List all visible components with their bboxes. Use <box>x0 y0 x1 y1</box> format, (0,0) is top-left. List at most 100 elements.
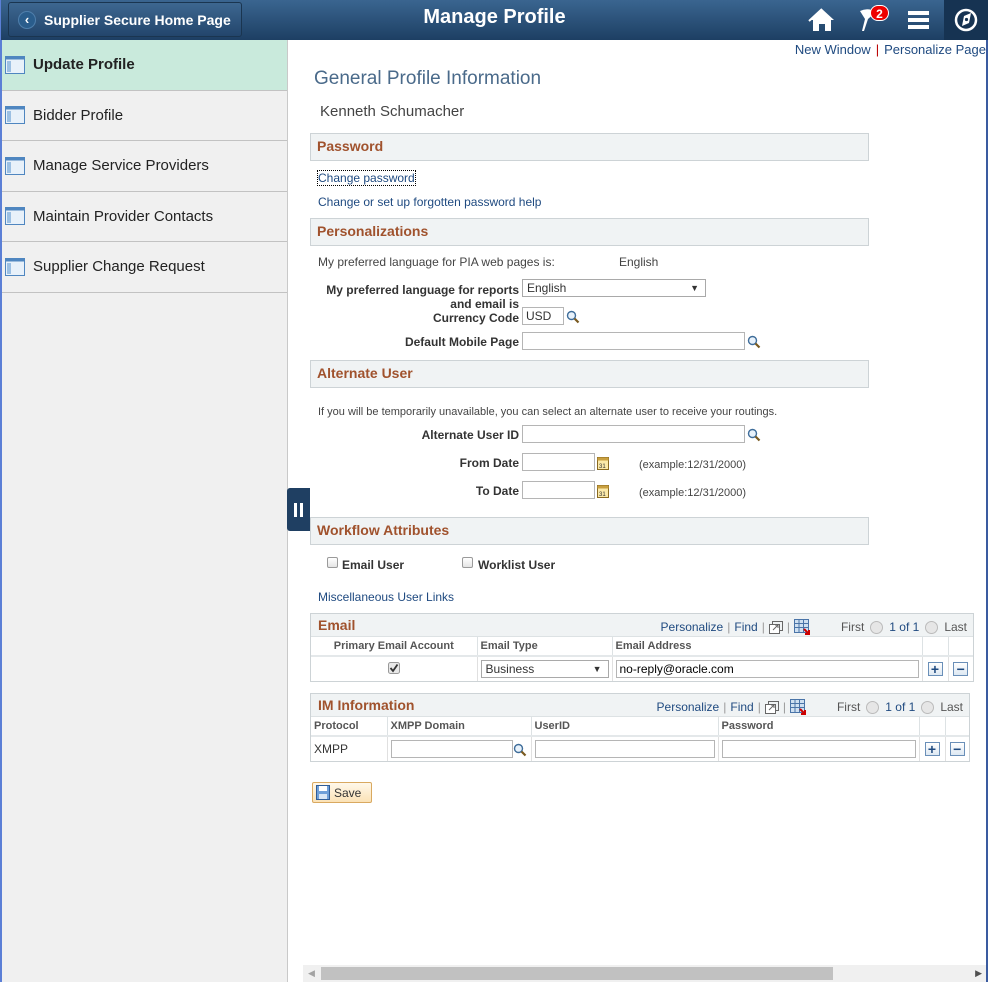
scrollbar-thumb[interactable] <box>321 967 833 980</box>
pause-bar-icon <box>294 502 297 517</box>
view-all-icon[interactable] <box>764 700 779 714</box>
download-spreadsheet-icon[interactable] <box>793 619 811 635</box>
default-mobile-page-input[interactable] <box>522 332 745 350</box>
previous-row-icon[interactable] <box>870 620 884 634</box>
report-language-label: My preferred language for reports and em… <box>300 283 519 311</box>
im-userid-input[interactable] <box>534 740 715 758</box>
password-cell <box>718 736 920 761</box>
password-section-header: Password <box>310 133 869 161</box>
sidebar: Update Profile Bidder Profile Manage Ser… <box>0 40 288 982</box>
email-address-input[interactable] <box>615 660 919 678</box>
from-date-input[interactable] <box>522 453 595 471</box>
column-header-empty <box>945 717 969 737</box>
next-row-icon[interactable] <box>925 620 939 634</box>
email-table-header-row: Primary Email Account Email Type Email A… <box>311 637 973 657</box>
im-personalize-link[interactable]: Personalize <box>657 700 720 714</box>
email-personalize-link[interactable]: Personalize <box>661 620 724 634</box>
im-grid-header: IM Information Personalize | Find | | Firs… <box>311 694 969 717</box>
horizontal-scrollbar[interactable]: ◀ ▶ <box>303 965 986 982</box>
pia-language-value: English <box>619 255 659 269</box>
back-button[interactable]: ‹ Supplier Secure Home Page <box>8 2 242 37</box>
im-first-label[interactable]: First <box>837 700 860 714</box>
currency-lookup-icon[interactable] <box>566 310 580 324</box>
new-window-link[interactable]: New Window <box>795 42 871 57</box>
im-last-label[interactable]: Last <box>940 700 963 714</box>
personalizations-section-header: Personalizations <box>310 218 869 246</box>
back-button-label: Supplier Secure Home Page <box>44 11 231 28</box>
currency-code-label: Currency Code <box>432 311 519 325</box>
next-row-icon[interactable] <box>921 700 935 714</box>
xmpp-domain-cell <box>387 736 532 761</box>
previous-row-icon[interactable] <box>866 700 880 714</box>
sidebar-item-supplier-change-request[interactable]: Supplier Change Request <box>2 242 287 293</box>
sidebar-item-manage-service-providers[interactable]: Manage Service Providers <box>2 141 287 192</box>
email-type-cell: Business ▼ <box>477 656 613 681</box>
im-password-input[interactable] <box>721 740 916 758</box>
home-icon[interactable] <box>807 5 837 35</box>
calendar-icon[interactable]: 31 <box>597 484 609 498</box>
personalize-page-link[interactable]: Personalize Page <box>884 42 986 57</box>
add-row-button[interactable]: + <box>927 661 943 676</box>
xmpp-domain-input[interactable] <box>390 740 513 758</box>
delete-row-cell: − <box>945 736 969 761</box>
email-last-label[interactable]: Last <box>944 620 967 634</box>
delete-row-button[interactable]: − <box>953 661 969 676</box>
sidebar-item-label: Supplier Change Request <box>33 258 205 276</box>
user-name: Kenneth Schumacher <box>320 103 465 120</box>
sidebar-item-bidder-profile[interactable]: Bidder Profile <box>2 91 287 141</box>
im-grid-nav: Personalize | Find | | First 1 of 1 Last <box>657 699 963 715</box>
save-button[interactable]: Save <box>312 782 372 803</box>
alternate-user-lookup-icon[interactable] <box>747 428 761 442</box>
worklist-user-label: Worklist User <box>478 558 556 572</box>
email-grid-title: Email <box>318 617 356 633</box>
email-find-link[interactable]: Find <box>734 620 757 634</box>
primary-email-checkbox[interactable] <box>387 661 400 674</box>
im-find-link[interactable]: Find <box>730 700 753 714</box>
separator: | <box>727 620 731 634</box>
to-date-input[interactable] <box>522 481 595 499</box>
to-date-example: (example:12/31/2000) <box>639 487 747 499</box>
xmpp-domain-lookup-icon[interactable] <box>513 743 527 757</box>
save-disk-icon <box>316 785 330 800</box>
im-grid-title: IM Information <box>318 697 415 713</box>
page-icon <box>5 55 25 74</box>
table-row: Business ▼ + − <box>311 656 973 681</box>
hamburger-menu-icon[interactable] <box>904 5 934 35</box>
download-spreadsheet-icon[interactable] <box>789 699 807 715</box>
page-icon <box>5 156 25 175</box>
calendar-icon[interactable]: 31 <box>597 456 609 470</box>
column-header: Email Address <box>612 637 923 657</box>
worklist-user-checkbox[interactable] <box>462 557 473 568</box>
sidebar-item-label: Manage Service Providers <box>33 157 209 175</box>
email-first-label[interactable]: First <box>841 620 864 634</box>
email-user-checkbox[interactable] <box>327 557 338 568</box>
delete-row-cell: − <box>948 656 973 681</box>
scroll-left-arrow-icon[interactable]: ◀ <box>308 968 315 979</box>
report-language-select[interactable]: English ▼ <box>522 279 706 297</box>
forgot-password-help-link[interactable]: Change or set up forgotten password help <box>318 195 541 209</box>
chevron-left-icon: ‹ <box>18 10 36 29</box>
notification-badge: 2 <box>870 5 889 21</box>
change-password-link[interactable]: Change password <box>317 170 416 186</box>
add-row-cell: + <box>919 736 946 761</box>
page-icon <box>5 257 25 276</box>
collapse-sidebar-handle[interactable] <box>287 488 310 531</box>
view-all-icon[interactable] <box>768 620 783 634</box>
sidebar-item-label: Maintain Provider Contacts <box>33 207 214 225</box>
report-language-label-line2: and email is <box>450 297 519 311</box>
email-grid-header: Email Personalize | Find | | First 1 of 1 … <box>311 614 973 637</box>
add-row-button[interactable]: + <box>924 741 940 756</box>
mobile-page-lookup-icon[interactable] <box>747 335 761 349</box>
table-row: XMPP + − <box>311 736 969 761</box>
scroll-right-arrow-icon[interactable]: ▶ <box>975 968 982 979</box>
from-date-label: From Date <box>459 456 519 470</box>
alternate-user-id-input[interactable] <box>522 425 745 443</box>
navbar-button[interactable] <box>944 0 988 40</box>
delete-row-button[interactable]: − <box>949 741 965 756</box>
currency-code-input[interactable] <box>522 307 564 325</box>
misc-user-links[interactable]: Miscellaneous User Links <box>318 590 454 604</box>
sidebar-item-maintain-provider-contacts[interactable]: Maintain Provider Contacts <box>2 192 287 242</box>
email-type-select[interactable]: Business ▼ <box>480 660 609 678</box>
sidebar-item-update-profile[interactable]: Update Profile <box>2 40 287 91</box>
email-page-count: 1 of 1 <box>889 620 920 634</box>
